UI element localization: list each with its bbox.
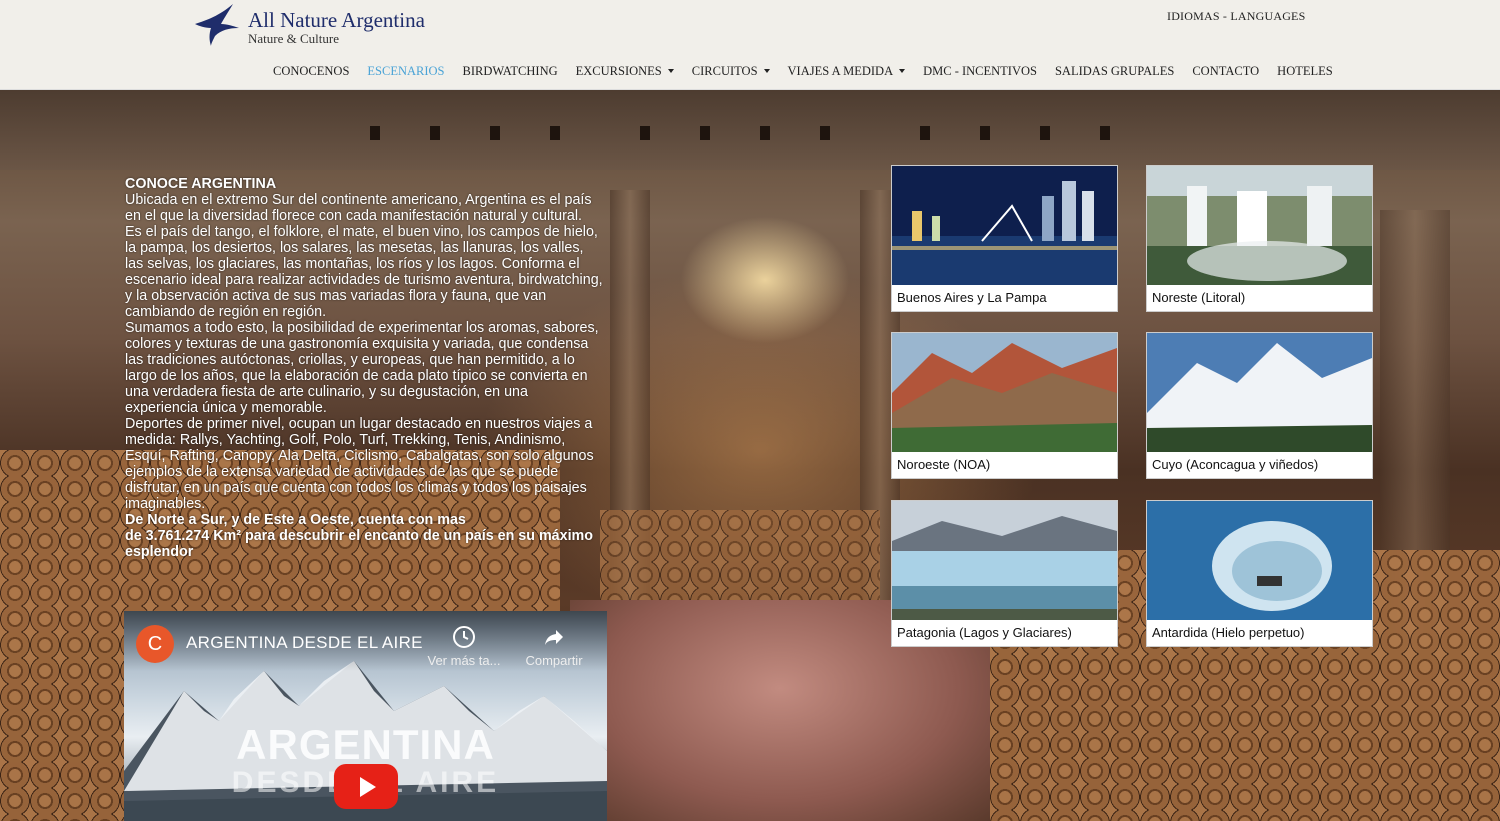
nav-item-label: BIRDWATCHING (462, 63, 558, 78)
region-caption[interactable]: Buenos Aires y La Pampa (897, 290, 1047, 305)
region-card[interactable]: Cuyo (Aconcagua y viñedos) (1146, 332, 1373, 479)
nav-item-circuitos[interactable]: CIRCUITOS (692, 62, 770, 80)
ceiling-window-decoration (550, 126, 560, 140)
brand-tagline: Nature & Culture (248, 31, 339, 46)
site-logo[interactable]: All Nature Argentina Nature & Culture (193, 2, 453, 48)
clock-icon (453, 626, 475, 648)
channel-avatar[interactable]: C (136, 625, 174, 663)
ceiling-window-decoration (370, 126, 380, 140)
youtube-play-button[interactable] (334, 764, 398, 809)
main-nav: CONOCENOS ESCENARIOS BIRDWATCHING EXCURSION… (273, 62, 1351, 80)
nav-item-excursiones[interactable]: EXCURSIONES (576, 62, 674, 80)
region-card[interactable]: Patagonia (Lagos y Glaciares) (891, 500, 1118, 647)
nav-item-dmc-incentivos[interactable]: DMC - INCENTIVOS (923, 62, 1037, 80)
region-caption[interactable]: Cuyo (Aconcagua y viñedos) (1152, 457, 1318, 472)
watch-later-label: Ver más ta... (427, 653, 501, 668)
nav-item-birdwatching[interactable]: BIRDWATCHING (463, 62, 558, 80)
caret-down-icon (899, 69, 906, 73)
ceiling-window-decoration (1100, 126, 1110, 140)
share-arrow-icon (545, 630, 563, 645)
nav-item-hoteles[interactable]: HOTELES (1277, 62, 1333, 80)
region-card[interactable]: Antardida (Hielo perpetuo) (1146, 500, 1373, 647)
colored-hills-image[interactable] (892, 333, 1117, 452)
nav-item-label: ESCENARIOS (367, 63, 445, 78)
city-skyline-image[interactable] (892, 166, 1117, 285)
nav-item-label: DMC - INCENTIVOS (923, 63, 1037, 78)
nav-item-contacto[interactable]: CONTACTO (1192, 62, 1259, 80)
intro-paragraph: Sumamos a todo esto, la posibilidad de e… (125, 320, 599, 416)
language-selector[interactable]: IDIOMAS - LANGUAGES (1167, 9, 1305, 24)
nav-item-label: HOTELES (1277, 63, 1333, 78)
ceiling-window-decoration (920, 126, 930, 140)
caret-down-icon (763, 69, 770, 73)
region-card[interactable]: Buenos Aires y La Pampa (891, 165, 1118, 312)
region-caption[interactable]: Noreste (Litoral) (1152, 290, 1245, 305)
brand-name: All Nature Argentina (248, 8, 425, 32)
snowy-mountains-image[interactable] (1147, 333, 1372, 452)
intro-heading: CONOCE ARGENTINA (125, 176, 277, 192)
ceiling-window-decoration (980, 126, 990, 140)
intro-text: CONOCE ARGENTINA Ubicada en el extremo S… (125, 176, 605, 560)
region-card[interactable]: Noreste (Litoral) (1146, 165, 1373, 312)
share-label: Compartir (525, 653, 583, 668)
watch-later-button[interactable]: Ver más ta... (424, 625, 504, 668)
site-header: All Nature Argentina Nature & Culture ID… (0, 0, 1500, 90)
nav-item-label: VIAJES A MEDIDA (787, 63, 894, 78)
region-caption[interactable]: Antardida (Hielo perpetuo) (1152, 625, 1304, 640)
ice-cave-image[interactable] (1147, 501, 1372, 620)
ceiling-window-decoration (490, 126, 500, 140)
intro-highlight: De Norte a Sur, y de Este a Oeste, cuent… (125, 512, 466, 528)
ceiling-window-decoration (820, 126, 830, 140)
ceiling-window-decoration (430, 126, 440, 140)
nav-item-label: CIRCUITOS (691, 63, 758, 78)
nav-item-viajes-a-medida[interactable]: VIAJES A MEDIDA (788, 62, 906, 80)
bird-logo-icon (195, 4, 239, 46)
ceiling-window-decoration (640, 126, 650, 140)
ceiling-window-decoration (700, 126, 710, 140)
nav-item-salidas-grupales[interactable]: SALIDAS GRUPALES (1055, 62, 1174, 80)
region-card[interactable]: Noroeste (NOA) (891, 332, 1118, 479)
glacier-image[interactable] (892, 501, 1117, 620)
video-title[interactable]: ARGENTINA DESDE EL AIRE (186, 633, 423, 653)
nav-item-escenarios[interactable]: ESCENARIOS (367, 62, 444, 80)
ceiling-window-decoration (1040, 126, 1050, 140)
region-caption[interactable]: Patagonia (Lagos y Glaciares) (897, 625, 1072, 640)
video-player[interactable]: C ARGENTINA DESDE EL AIRE Ver más ta... … (124, 611, 607, 821)
intro-paragraph: Ubicada en el extremo Sur del continente… (125, 192, 592, 224)
ceiling-window-decoration (760, 126, 770, 140)
nav-item-label: CONOCENOS (273, 63, 350, 78)
intro-paragraph: Es el país del tango, el folklore, el ma… (125, 224, 603, 320)
caret-down-icon (667, 69, 674, 73)
ceiling-decoration (0, 90, 1500, 170)
region-caption[interactable]: Noroeste (NOA) (897, 457, 990, 472)
nav-item-label: CONTACTO (1192, 63, 1260, 78)
intro-highlight: de 3.761.274 Km² para descubrir el encan… (125, 528, 593, 560)
nav-item-label: SALIDAS GRUPALES (1054, 63, 1175, 78)
share-button[interactable]: Compartir (514, 625, 594, 668)
waterfalls-image[interactable] (1147, 166, 1372, 285)
intro-paragraph: Deportes de primer nivel, ocupan un luga… (125, 416, 594, 512)
video-overlay-title: ARGENTINA (236, 721, 495, 768)
nav-item-conocenos[interactable]: CONOCENOS (273, 62, 349, 80)
nav-item-label: EXCURSIONES (575, 63, 662, 78)
